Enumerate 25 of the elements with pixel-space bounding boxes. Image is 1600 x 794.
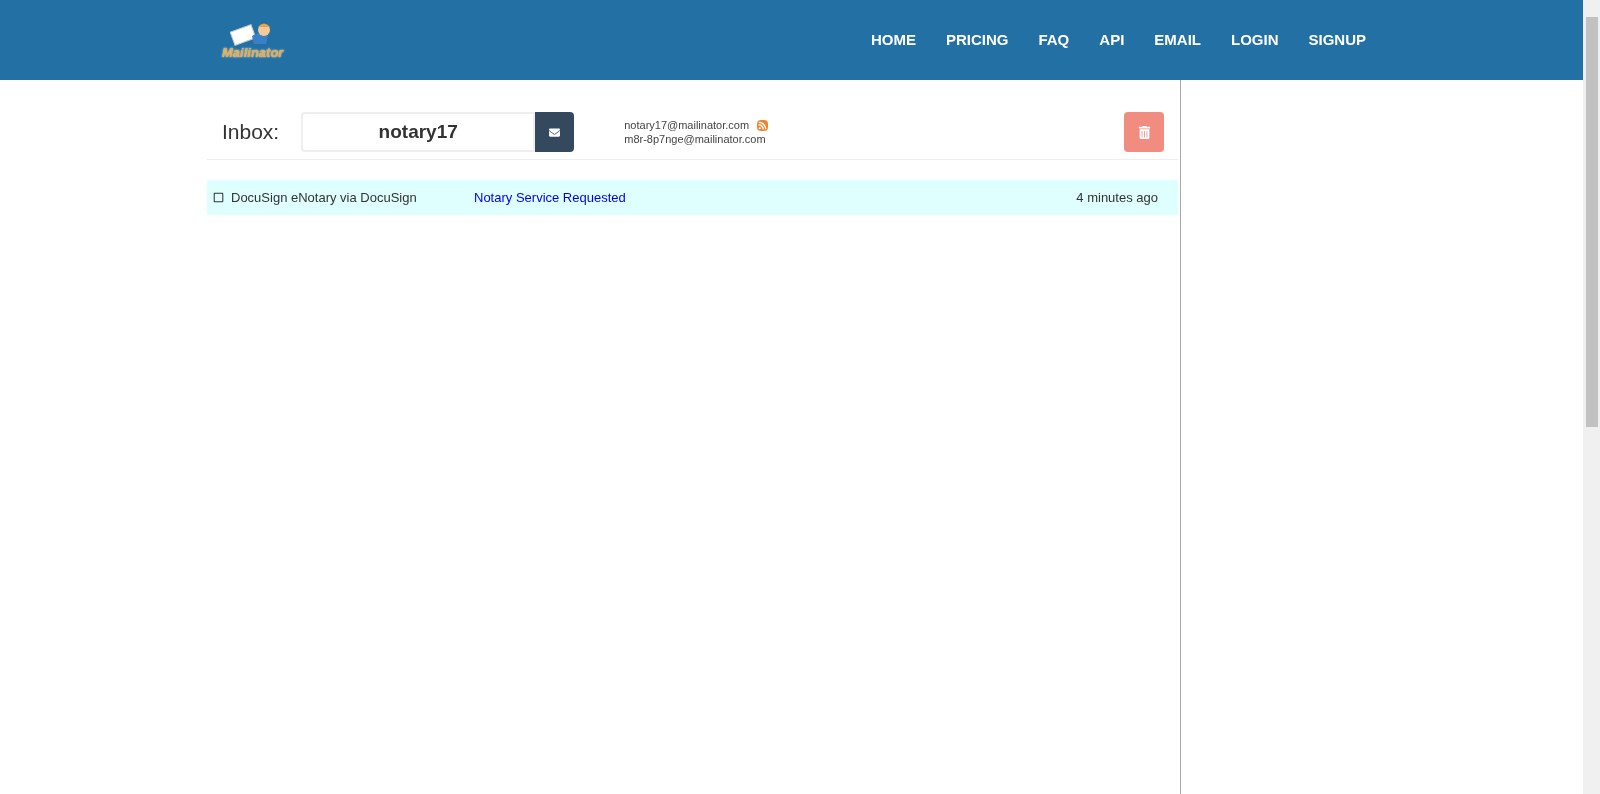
email-address: notary17@mailinator.com [624, 118, 750, 132]
sender-name: DocuSign eNotary via DocuSign [231, 188, 418, 207]
nav-link[interactable]: LOGIN [1231, 28, 1279, 52]
trash-icon [1137, 125, 1151, 139]
received-time: 4 minutes ago [1076, 188, 1158, 207]
nav-link[interactable]: SIGNUP [1308, 28, 1366, 52]
logo-text: Mailinator [222, 45, 284, 59]
scrollbar[interactable] [1583, 0, 1600, 794]
nav-link[interactable]: EMAIL [1154, 28, 1201, 52]
scrollbar-thumb[interactable] [1585, 17, 1598, 427]
inbox-label: Inbox: [222, 119, 280, 146]
delete-button[interactable] [1124, 112, 1164, 152]
logo[interactable]: Mailinator [222, 21, 284, 59]
go-button[interactable] [535, 112, 575, 152]
subject-link[interactable]: Notary Service Requested [474, 187, 626, 208]
rss-feed-icon[interactable] [757, 119, 769, 131]
email-address: m8r-8p7nge@mailinator.com [624, 132, 766, 146]
nav-link[interactable]: API [1099, 28, 1125, 52]
message-row[interactable]: DocuSign eNotary via DocuSign Notary Service Requested 4 minutes ago [207, 180, 1178, 215]
checkbox[interactable] [213, 192, 224, 203]
inbox-name-field[interactable]: notary17 [301, 112, 536, 152]
nav-link[interactable]: FAQ [1038, 28, 1070, 52]
nav-link[interactable]: HOME [870, 28, 916, 52]
envelope-icon [549, 126, 561, 138]
nav-link[interactable]: PRICING [945, 28, 1009, 52]
